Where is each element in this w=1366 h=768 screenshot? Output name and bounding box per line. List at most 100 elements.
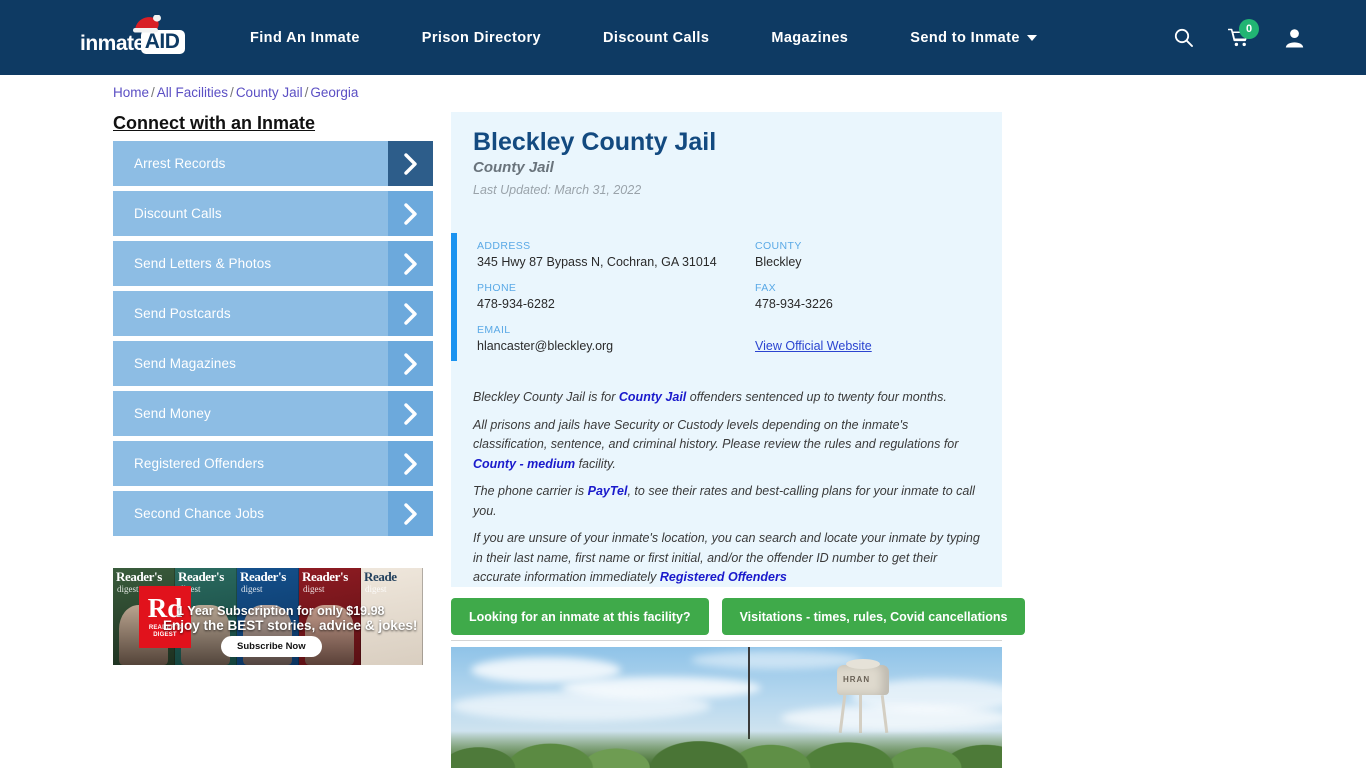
tree-line	[451, 706, 1002, 768]
link-registered-offenders[interactable]: Registered Offenders	[660, 570, 787, 584]
sidebar-menu: Arrest Records Discount Calls Send Lette…	[113, 141, 433, 541]
chevron-right-icon	[388, 491, 433, 536]
sidebar-item-discount-calls[interactable]: Discount Calls	[113, 191, 433, 236]
sidebar-item-label: Second Chance Jobs	[134, 506, 265, 521]
facility-info-panel: Bleckley County Jail County Jail Last Up…	[451, 112, 1002, 587]
facility-type: County Jail	[473, 159, 554, 176]
breadcrumb-item-georgia[interactable]: Georgia	[310, 85, 358, 100]
site-logo[interactable]: inmate AID	[80, 15, 186, 54]
ad-cover-title: Reader's	[178, 569, 224, 584]
contact-value-address: 345 Hwy 87 Bypass N, Cochran, GA 31014	[477, 255, 717, 269]
facility-street-view-photo: HRAN	[451, 647, 1002, 768]
ad-cover-title: Reade	[364, 569, 397, 584]
contact-field-fax: FAX 478-934-3226	[755, 282, 987, 311]
chevron-right-icon	[388, 241, 433, 286]
cart-count-badge: 0	[1239, 18, 1259, 39]
nav-item-send-to-inmate[interactable]: Send to Inmate	[910, 30, 1037, 46]
nav-label: Find An Inmate	[250, 29, 360, 46]
sidebar-item-label: Discount Calls	[134, 206, 222, 221]
chevron-right-icon	[388, 141, 433, 186]
contact-field-county: COUNTY Bleckley	[755, 240, 987, 269]
contact-value-email: hlancaster@bleckley.org	[477, 339, 614, 353]
ad-cover-title: Reader's	[302, 569, 348, 584]
contact-label-county: COUNTY	[755, 240, 802, 252]
nav-icon-group: 0	[1174, 0, 1304, 75]
contact-field-phone: PHONE 478-934-6282	[477, 282, 755, 311]
ad-subscribe-button[interactable]: Subscribe Now	[221, 636, 322, 657]
breadcrumb: Home / All Facilities / County Jail / Georgia	[113, 85, 358, 100]
sidebar-item-label: Send Money	[134, 406, 211, 421]
sidebar-item-send-letters-photos[interactable]: Send Letters & Photos	[113, 241, 433, 286]
ad-headline-primary: 1 Year Subscription for only $19.98	[177, 604, 385, 618]
top-navigation-bar: inmate AID Find An Inmate Prison Directo…	[0, 0, 1366, 75]
para1-text-a: Bleckley County Jail is for	[473, 390, 619, 404]
sidebar-item-send-postcards[interactable]: Send Postcards	[113, 291, 433, 336]
shopping-cart-icon[interactable]: 0	[1228, 18, 1259, 48]
nav-label: Discount Calls	[603, 29, 710, 46]
chevron-right-icon	[388, 341, 433, 386]
breadcrumb-item-county-jail[interactable]: County Jail	[236, 85, 303, 100]
chevron-down-icon	[1026, 34, 1037, 41]
contact-value-phone: 478-934-6282	[477, 297, 555, 311]
para2-text-b: facility.	[575, 456, 616, 471]
sidebar-item-registered-offenders[interactable]: Registered Offenders	[113, 441, 433, 486]
chevron-right-icon	[388, 391, 433, 436]
description-paragraph-4: If you are unsure of your inmate's locat…	[473, 529, 985, 588]
para2-text-a: All prisons and jails have Security or C…	[473, 417, 959, 452]
nav-item-find-an-inmate[interactable]: Find An Inmate	[250, 30, 360, 46]
contact-label-email: EMAIL	[477, 324, 511, 336]
search-icon[interactable]	[1174, 28, 1193, 47]
nav-item-discount-calls[interactable]: Discount Calls	[603, 30, 709, 46]
sidebar-title[interactable]: Connect with an Inmate	[113, 113, 315, 134]
facility-name: Bleckley County Jail	[473, 128, 717, 156]
para3-text-a: The phone carrier is	[473, 484, 588, 498]
breadcrumb-item-all-facilities[interactable]: All Facilities	[157, 85, 228, 100]
nav-label: Magazines	[771, 29, 849, 46]
official-website-link[interactable]: View Official Website	[755, 339, 872, 353]
description-paragraph-2: All prisons and jails have Security or C…	[473, 416, 985, 475]
facility-last-updated: Last Updated: March 31, 2022	[473, 183, 642, 197]
nav-label: Prison Directory	[421, 29, 542, 46]
sidebar-item-label: Arrest Records	[134, 156, 226, 171]
chevron-right-icon	[388, 191, 433, 236]
sidebar-item-send-money[interactable]: Send Money	[113, 391, 433, 436]
sidebar-item-send-magazines[interactable]: Send Magazines	[113, 341, 433, 386]
contact-value-county: Bleckley	[755, 255, 802, 269]
contact-label-fax: FAX	[755, 282, 777, 294]
facility-contact-block: ADDRESS 345 Hwy 87 Bypass N, Cochran, GA…	[451, 222, 1002, 362]
contact-accent-bar	[451, 233, 457, 361]
sidebar-item-label: Registered Offenders	[134, 456, 265, 471]
nav-label: Send to Inmate	[910, 29, 1020, 46]
sidebar-item-arrest-records[interactable]: Arrest Records	[113, 141, 433, 186]
chevron-right-icon	[388, 441, 433, 486]
ad-headline-secondary: Enjoy the BEST stories, advice & jokes!	[163, 618, 418, 633]
ad-cover-title: Reader's	[116, 569, 162, 584]
sidebar-item-label: Send Letters & Photos	[134, 256, 272, 271]
readers-digest-ad-banner[interactable]: Reader's digest Reader's digest Reader's…	[113, 568, 423, 665]
inmate-search-button[interactable]: Looking for an inmate at this facility?	[451, 598, 709, 635]
contact-label-address: ADDRESS	[477, 240, 531, 252]
contact-details-grid: ADDRESS 345 Hwy 87 Bypass N, Cochran, GA…	[477, 240, 987, 353]
ad-cover-subtitle: digest	[241, 584, 263, 594]
nav-item-prison-directory[interactable]: Prison Directory	[422, 30, 541, 46]
contact-field-email: EMAIL hlancaster@bleckley.org	[477, 324, 755, 353]
nav-item-magazines[interactable]: Magazines	[771, 30, 848, 46]
contact-label-phone: PHONE	[477, 282, 517, 294]
description-paragraph-3: The phone carrier is PayTel, to see thei…	[473, 482, 985, 521]
link-paytel[interactable]: PayTel	[588, 484, 628, 498]
user-account-icon[interactable]	[1285, 28, 1304, 48]
visitations-button[interactable]: Visitations - times, rules, Covid cancel…	[721, 598, 1026, 635]
link-county-jail[interactable]: County Jail	[619, 390, 686, 404]
ad-cover-subtitle: digest	[117, 584, 139, 594]
contact-field-website: View Official Website	[755, 324, 987, 353]
breadcrumb-separator: /	[304, 85, 309, 100]
cloud-shape	[691, 651, 861, 669]
breadcrumb-separator: /	[230, 85, 234, 100]
facility-description: Bleckley County Jail is for County Jail …	[473, 388, 985, 596]
link-county-medium[interactable]: County - medium	[473, 457, 575, 471]
ad-cover-subtitle: digest	[303, 584, 325, 594]
breadcrumb-item-home[interactable]: Home	[113, 85, 149, 100]
action-button-row: Looking for an inmate at this facility? …	[451, 598, 1026, 635]
contact-field-address: ADDRESS 345 Hwy 87 Bypass N, Cochran, GA…	[477, 240, 755, 269]
sidebar-item-second-chance-jobs[interactable]: Second Chance Jobs	[113, 491, 433, 536]
